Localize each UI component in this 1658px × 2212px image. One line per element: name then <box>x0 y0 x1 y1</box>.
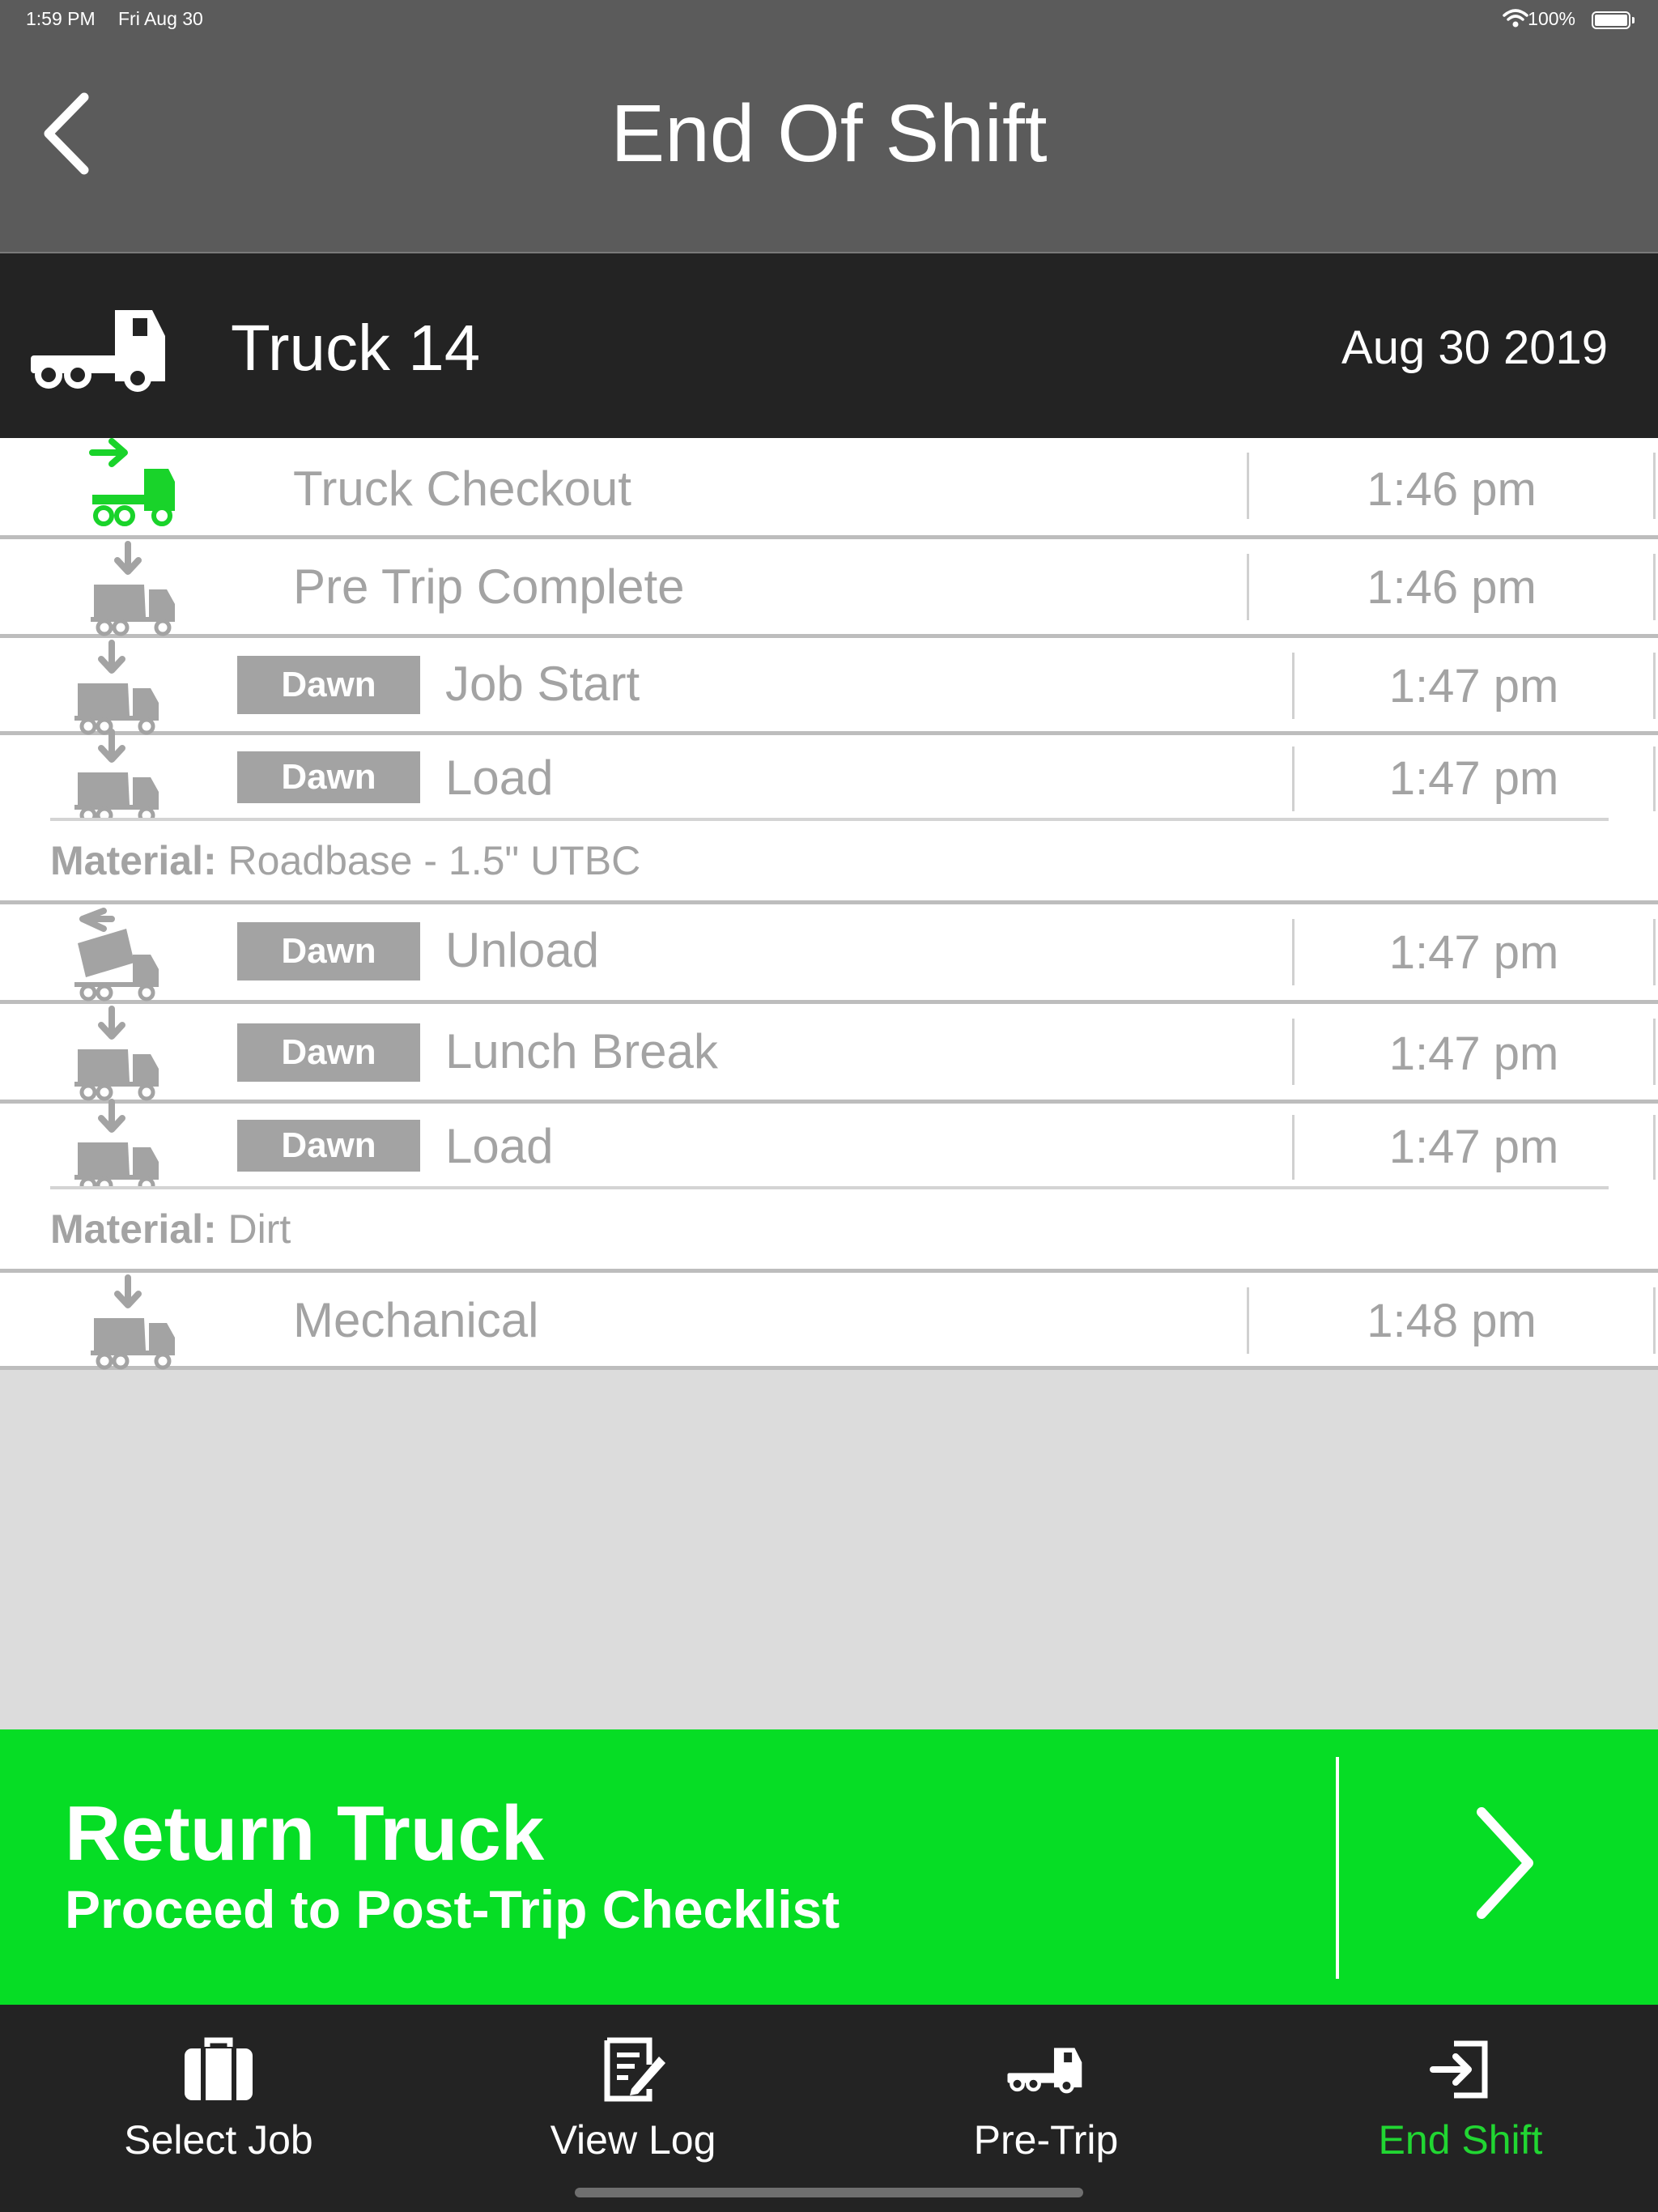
log-event-time: 1:47 pm <box>1388 752 1559 805</box>
dump-truck-unload-icon <box>71 904 164 1002</box>
driver-badge: Dawn <box>237 656 420 714</box>
home-indicator <box>575 2188 1083 2197</box>
log-event-time: 1:47 pm <box>1388 660 1559 713</box>
column-divider <box>1653 453 1656 519</box>
log-event-time: 1:46 pm <box>1367 463 1537 516</box>
log-event-time: 1:47 pm <box>1388 1121 1559 1173</box>
log-event-time: 1:47 pm <box>1388 926 1559 979</box>
column-divider <box>1653 1287 1656 1354</box>
log-row[interactable]: Dawn Load 1:47 pm <box>0 735 1658 821</box>
material-label: Material: <box>50 1206 217 1252</box>
dump-truck-load-icon <box>87 1273 181 1370</box>
dump-truck-load-icon <box>87 539 181 636</box>
tab-select-job[interactable]: Select Job <box>11 2005 426 2183</box>
log-row[interactable]: Truck Checkout 1:46 pm <box>0 438 1658 539</box>
material-info: Material: Dirt <box>50 1206 291 1253</box>
battery-icon <box>1592 11 1635 29</box>
tab-pre-trip[interactable]: Pre-Trip <box>839 2005 1253 2183</box>
dump-truck-load-icon <box>71 1097 164 1194</box>
truck-icon <box>31 304 170 394</box>
driver-badge: Dawn <box>237 922 420 981</box>
column-divider <box>1653 747 1656 811</box>
driver-badge: Dawn <box>237 751 420 803</box>
log-event-time: 1:47 pm <box>1388 1027 1559 1080</box>
page-title: End Of Shift <box>610 88 1048 179</box>
return-truck-subtitle: Proceed to Post-Trip Checklist <box>65 1879 840 1939</box>
log-row[interactable]: Dawn Job Start 1:47 pm <box>0 638 1658 735</box>
status-bar: 1:59 PM Fri Aug 30 100% <box>0 0 1658 40</box>
column-divider <box>1653 554 1656 620</box>
status-time: 1:59 PM <box>26 8 96 29</box>
log-row[interactable]: Pre Trip Complete 1:46 pm <box>0 539 1658 638</box>
material-label: Material: <box>50 838 217 883</box>
battery-percentage: 100% <box>1528 8 1575 29</box>
log-row[interactable]: Dawn Load 1:47 pm <box>0 1104 1658 1189</box>
truck-name: Truck 14 <box>231 312 481 384</box>
truck-date: Aug 30 2019 <box>1341 321 1608 374</box>
log-row[interactable]: Dawn Lunch Break 1:47 pm <box>0 1004 1658 1104</box>
material-row: Material: Dirt <box>0 1189 1658 1273</box>
edit-note-icon <box>426 2035 840 2104</box>
column-divider <box>1653 919 1656 985</box>
return-truck-button[interactable]: Return Truck Proceed to Post-Trip Checkl… <box>0 1729 1658 2005</box>
dump-truck-load-icon <box>71 638 164 735</box>
log-event-time: 1:48 pm <box>1367 1295 1537 1347</box>
dump-truck-load-icon <box>71 1004 164 1101</box>
tab-label: End Shift <box>1378 2117 1543 2163</box>
driver-badge: Dawn <box>237 1120 420 1172</box>
driver-badge: Dawn <box>237 1023 420 1082</box>
navigation-bar: End Of Shift <box>0 40 1658 253</box>
material-info: Material: Roadbase - 1.5" UTBC <box>50 837 640 884</box>
wifi-icon <box>1503 9 1528 28</box>
material-value: Roadbase - 1.5" UTBC <box>227 838 641 883</box>
material-row: Material: Roadbase - 1.5" UTBC <box>0 821 1658 904</box>
log-event-label: Load <box>445 751 554 805</box>
return-truck-title: Return Truck <box>65 1790 545 1877</box>
status-date: Fri Aug 30 <box>118 8 203 29</box>
sign-in-icon <box>1253 2035 1658 2104</box>
log-row[interactable]: Dawn Unload 1:47 pm <box>0 904 1658 1004</box>
column-divider <box>1653 1115 1656 1180</box>
truck-icon <box>839 2035 1253 2104</box>
tab-label: Select Job <box>124 2117 313 2163</box>
log-event-label: Lunch Break <box>445 1024 718 1078</box>
tab-bar: Select Job View Log Pre-Trip End Shift <box>0 2005 1658 2212</box>
dump-truck-load-icon <box>71 727 164 824</box>
tab-label: View Log <box>550 2117 716 2163</box>
log-event-label: Mechanical <box>293 1293 539 1347</box>
log-row[interactable]: Mechanical 1:48 pm <box>0 1273 1658 1370</box>
divider <box>1336 1757 1339 1979</box>
truck-header: Truck 14 Aug 30 2019 <box>0 253 1658 438</box>
log-event-label: Load <box>445 1119 554 1173</box>
log-event-time: 1:46 pm <box>1367 561 1537 614</box>
chevron-right-icon <box>1477 1807 1533 1919</box>
material-value: Dirt <box>227 1206 291 1252</box>
log-event-label: Pre Trip Complete <box>293 559 685 614</box>
log-event-label: Truck Checkout <box>293 462 631 516</box>
log-event-label: Job Start <box>445 657 640 711</box>
tab-view-log[interactable]: View Log <box>426 2005 840 2183</box>
log-event-label: Unload <box>445 923 600 977</box>
truck-checkout-icon <box>87 438 181 535</box>
tab-label: Pre-Trip <box>973 2117 1119 2163</box>
tab-end-shift[interactable]: End Shift <box>1253 2005 1658 2183</box>
column-divider <box>1653 653 1656 719</box>
column-divider <box>1653 1019 1656 1085</box>
briefcase-icon <box>11 2035 426 2104</box>
